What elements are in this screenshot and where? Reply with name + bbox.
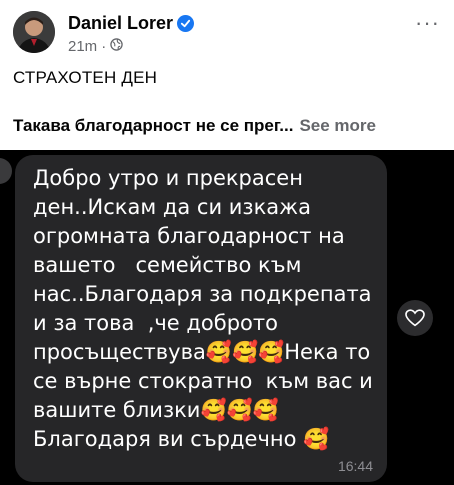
see-more-link[interactable]: See more bbox=[299, 116, 376, 135]
react-button[interactable] bbox=[397, 300, 433, 336]
heart-icon bbox=[405, 309, 425, 327]
post-text-preview: Такава благодарност не се прег... bbox=[13, 116, 294, 135]
sender-avatar bbox=[0, 158, 12, 184]
author-avatar[interactable] bbox=[13, 11, 55, 53]
author-name-text[interactable]: Daniel Lorer bbox=[68, 13, 173, 34]
post-time[interactable]: 21m bbox=[68, 38, 97, 55]
message-bubble: Добро утро и прекрасен ден..Искам да си … bbox=[15, 155, 387, 482]
verified-badge-icon bbox=[177, 15, 195, 32]
meta-separator: · bbox=[101, 38, 107, 55]
post-meta: 21m · bbox=[68, 38, 123, 55]
message-text: Добро утро и прекрасен ден..Искам да си … bbox=[33, 166, 387, 451]
post-title: СТРАХОТЕН ДЕН bbox=[13, 68, 158, 87]
more-options-button[interactable]: ··· bbox=[415, 12, 440, 34]
author-name[interactable]: Daniel Lorer bbox=[68, 13, 195, 34]
post-header: Daniel Lorer 21m · ··· bbox=[0, 0, 454, 62]
message-time: 16:44 bbox=[337, 458, 373, 474]
globe-icon bbox=[110, 38, 123, 55]
post-text: Такава благодарност не се прег... See mor… bbox=[13, 116, 443, 136]
post-photo[interactable]: Добро утро и прекрасен ден..Искам да си … bbox=[0, 150, 454, 485]
